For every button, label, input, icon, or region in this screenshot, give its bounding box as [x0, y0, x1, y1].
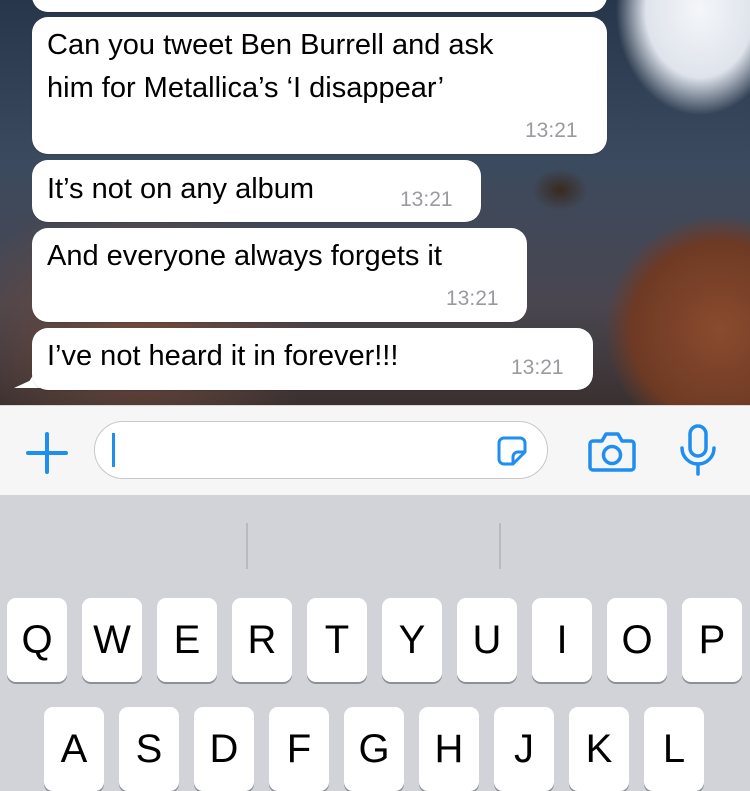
message-text: Can you tweet Ben Burrell and ask him fo…	[47, 29, 494, 104]
key-a[interactable]: A	[44, 707, 104, 791]
key-e[interactable]: E	[157, 598, 217, 682]
message-text: It’s not on any album	[47, 173, 315, 205]
message-bubble[interactable]: I’ve not heard it in forever!!! 13:21	[32, 328, 593, 390]
message-text: And everyone always forgets it	[47, 240, 442, 272]
key-p[interactable]: P	[682, 598, 742, 682]
message-timestamp: 13:21	[446, 287, 499, 310]
key-j[interactable]: J	[494, 707, 554, 791]
message-bubble[interactable]: And everyone always forgets it 13:21	[32, 228, 527, 322]
key-s[interactable]: S	[119, 707, 179, 791]
message-bubble[interactable]: Can you tweet Ben Burrell and ask him fo…	[32, 17, 607, 154]
message-bubble[interactable]: It’s not on any album 13:21	[32, 160, 481, 222]
plus-icon[interactable]	[26, 432, 68, 474]
keyboard: Q W E R T Y U I O P A S D F G H J K L	[0, 495, 750, 791]
camera-icon[interactable]	[588, 429, 636, 473]
key-w[interactable]: W	[82, 598, 142, 682]
message-timestamp: 13:21	[525, 119, 578, 142]
key-t[interactable]: T	[307, 598, 367, 682]
key-k[interactable]: K	[569, 707, 629, 791]
message-text: I’ve not heard it in forever!!!	[47, 340, 399, 372]
key-i[interactable]: I	[532, 598, 592, 682]
key-o[interactable]: O	[607, 598, 667, 682]
message-timestamp: 13:21	[511, 356, 564, 379]
previous-message-bubble	[32, 0, 607, 12]
key-g[interactable]: G	[344, 707, 404, 791]
microphone-icon[interactable]	[678, 424, 718, 476]
message-timestamp: 13:21	[400, 188, 453, 211]
key-q[interactable]: Q	[7, 598, 67, 682]
key-h[interactable]: H	[419, 707, 479, 791]
key-r[interactable]: R	[232, 598, 292, 682]
message-input-bar	[0, 405, 750, 496]
key-u[interactable]: U	[457, 598, 517, 682]
key-l[interactable]: L	[644, 707, 704, 791]
key-y[interactable]: Y	[382, 598, 442, 682]
message-input[interactable]	[94, 421, 548, 479]
key-d[interactable]: D	[194, 707, 254, 791]
key-f[interactable]: F	[269, 707, 329, 791]
suggestion-divider	[499, 523, 501, 569]
wallpaper-tree	[520, 150, 600, 270]
suggestion-divider	[246, 523, 248, 569]
